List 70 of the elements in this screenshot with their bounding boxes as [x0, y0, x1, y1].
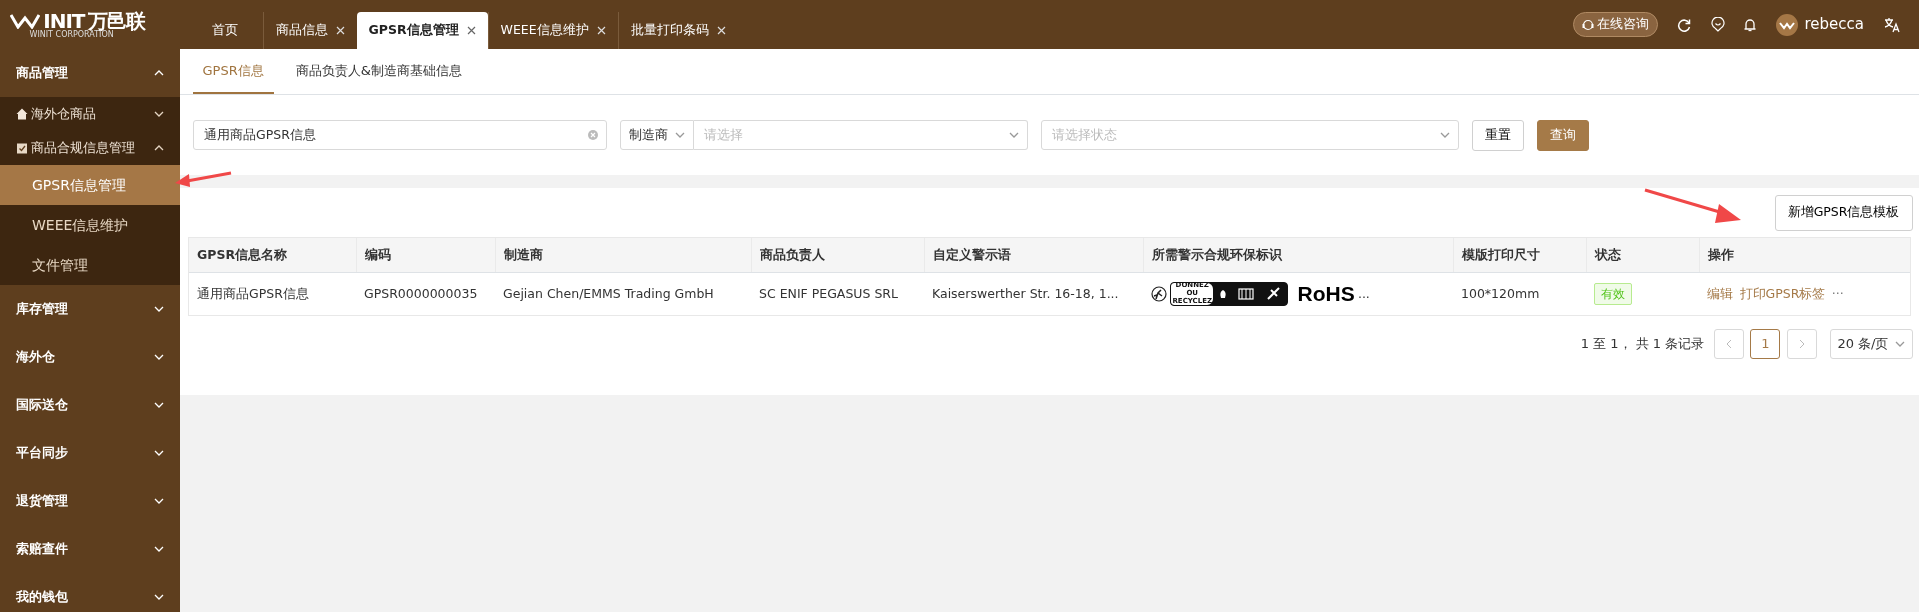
add-template-button[interactable]: 新增GPSR信息模板: [1774, 194, 1913, 231]
search-button[interactable]: 查询: [1536, 119, 1589, 151]
action-link[interactable]: 打印GPSR标签: [1739, 284, 1826, 304]
column-header: 所需警示合规环保标识: [1143, 238, 1453, 272]
column-header: 操作: [1699, 238, 1910, 272]
logo-w-icon: [10, 12, 40, 29]
manufacturer-input[interactable]: 请选择: [701, 124, 1009, 146]
column-header: 自定义警示语: [924, 238, 1143, 272]
pagination-summary: 1 至 1， 共 1 条记录: [1580, 335, 1705, 354]
sub-tab[interactable]: 商品负责人&制造商基础信息: [285, 49, 472, 94]
sidebar-menu-item[interactable]: 库存管理: [0, 285, 180, 333]
sidebar-link[interactable]: GPSR信息管理: [0, 165, 180, 205]
page-tab[interactable]: GPSR信息管理: [356, 12, 488, 49]
page-tab[interactable]: 首页: [186, 12, 263, 49]
bell-icon[interactable]: [1744, 17, 1757, 32]
home-icon: [16, 108, 28, 120]
consult-button[interactable]: 在线咨询: [1572, 12, 1658, 37]
page-number-button[interactable]: 1: [1750, 329, 1781, 359]
name-search-input[interactable]: 通用商品GPSR信息: [202, 124, 588, 146]
field-type-select[interactable]: 制造商: [620, 120, 694, 150]
rohs-mark: RoHS: [1297, 281, 1355, 308]
sidebar-menu-item[interactable]: 退货管理: [0, 477, 180, 525]
sidebar-menu-item[interactable]: 我的钱包: [0, 573, 180, 612]
reset-button[interactable]: 重置: [1471, 119, 1524, 151]
avatar-icon[interactable]: [1776, 13, 1798, 36]
sidebar-menu-item[interactable]: 平台同步: [0, 429, 180, 477]
sidebar-link[interactable]: WEEE信息维护: [0, 205, 180, 245]
sidebar-menu-item[interactable]: 索赔查件: [0, 525, 180, 573]
sidebar-submenu-item[interactable]: 商品合规信息管理: [0, 131, 180, 165]
sidebar-link[interactable]: 文件管理: [0, 245, 180, 285]
table-cell-text: SC ENIF PEGASUS SRL: [758, 284, 899, 303]
column-header: GPSR信息名称: [189, 238, 356, 272]
more-marks-text: ...: [1357, 284, 1370, 303]
manufacturer-select[interactable]: 请选择: [693, 120, 1028, 150]
clipboard-icon: [16, 142, 28, 154]
page-size-select[interactable]: 20 条/页: [1829, 329, 1913, 359]
sidebar-menu-item[interactable]: 商品管理: [0, 49, 180, 97]
headset-icon: [1581, 18, 1594, 31]
user-name[interactable]: rebecca: [1804, 13, 1864, 36]
table-cell-text: 100*120mm: [1460, 284, 1541, 303]
chevron-left-icon: [1725, 339, 1732, 349]
table-cell-text: 通用商品GPSR信息: [196, 284, 310, 303]
name-search-field[interactable]: 通用商品GPSR信息: [193, 120, 607, 150]
status-input[interactable]: 请选择状态: [1049, 124, 1440, 146]
more-actions-button[interactable]: ···: [1831, 284, 1844, 304]
logo-subtitle: WINIT CORPORATION: [28, 30, 115, 39]
sidebar-menu-item[interactable]: 海外仓: [0, 333, 180, 381]
smiley-icon[interactable]: [1711, 17, 1725, 32]
sidebar-submenu-item[interactable]: 海外仓商品: [0, 97, 180, 131]
column-header: 制造商: [495, 238, 751, 272]
column-header: 商品负责人: [751, 238, 924, 272]
table-cell-text: Kaiserswerther Str. 16-18, 1...: [931, 284, 1120, 303]
translate-icon[interactable]: [1883, 16, 1900, 33]
close-icon[interactable]: [466, 26, 476, 35]
logo-text: INIT: [43, 10, 85, 31]
chevron-right-icon: [1798, 339, 1805, 349]
table-cell-text: GPSR0000000035: [363, 284, 479, 303]
logo-text: 万邑联: [87, 10, 145, 31]
annotation-arrow: [173, 169, 233, 189]
chevron-up-icon[interactable]: [154, 145, 164, 151]
status-select[interactable]: 请选择状态: [1040, 120, 1459, 150]
column-header: 模版打印尺寸: [1453, 238, 1586, 272]
triman-icon: [1151, 286, 1167, 302]
sidebar-menu-item[interactable]: 国际送仓: [0, 381, 180, 429]
column-header: 状态: [1586, 238, 1699, 272]
refresh-icon[interactable]: [1677, 17, 1692, 32]
column-header: 编码: [356, 238, 495, 272]
status-tag: 有效: [1594, 283, 1632, 305]
table-cell-text: Gejian Chen/EMMS Trading GmbH: [502, 284, 715, 303]
action-link[interactable]: 编辑: [1707, 284, 1733, 304]
